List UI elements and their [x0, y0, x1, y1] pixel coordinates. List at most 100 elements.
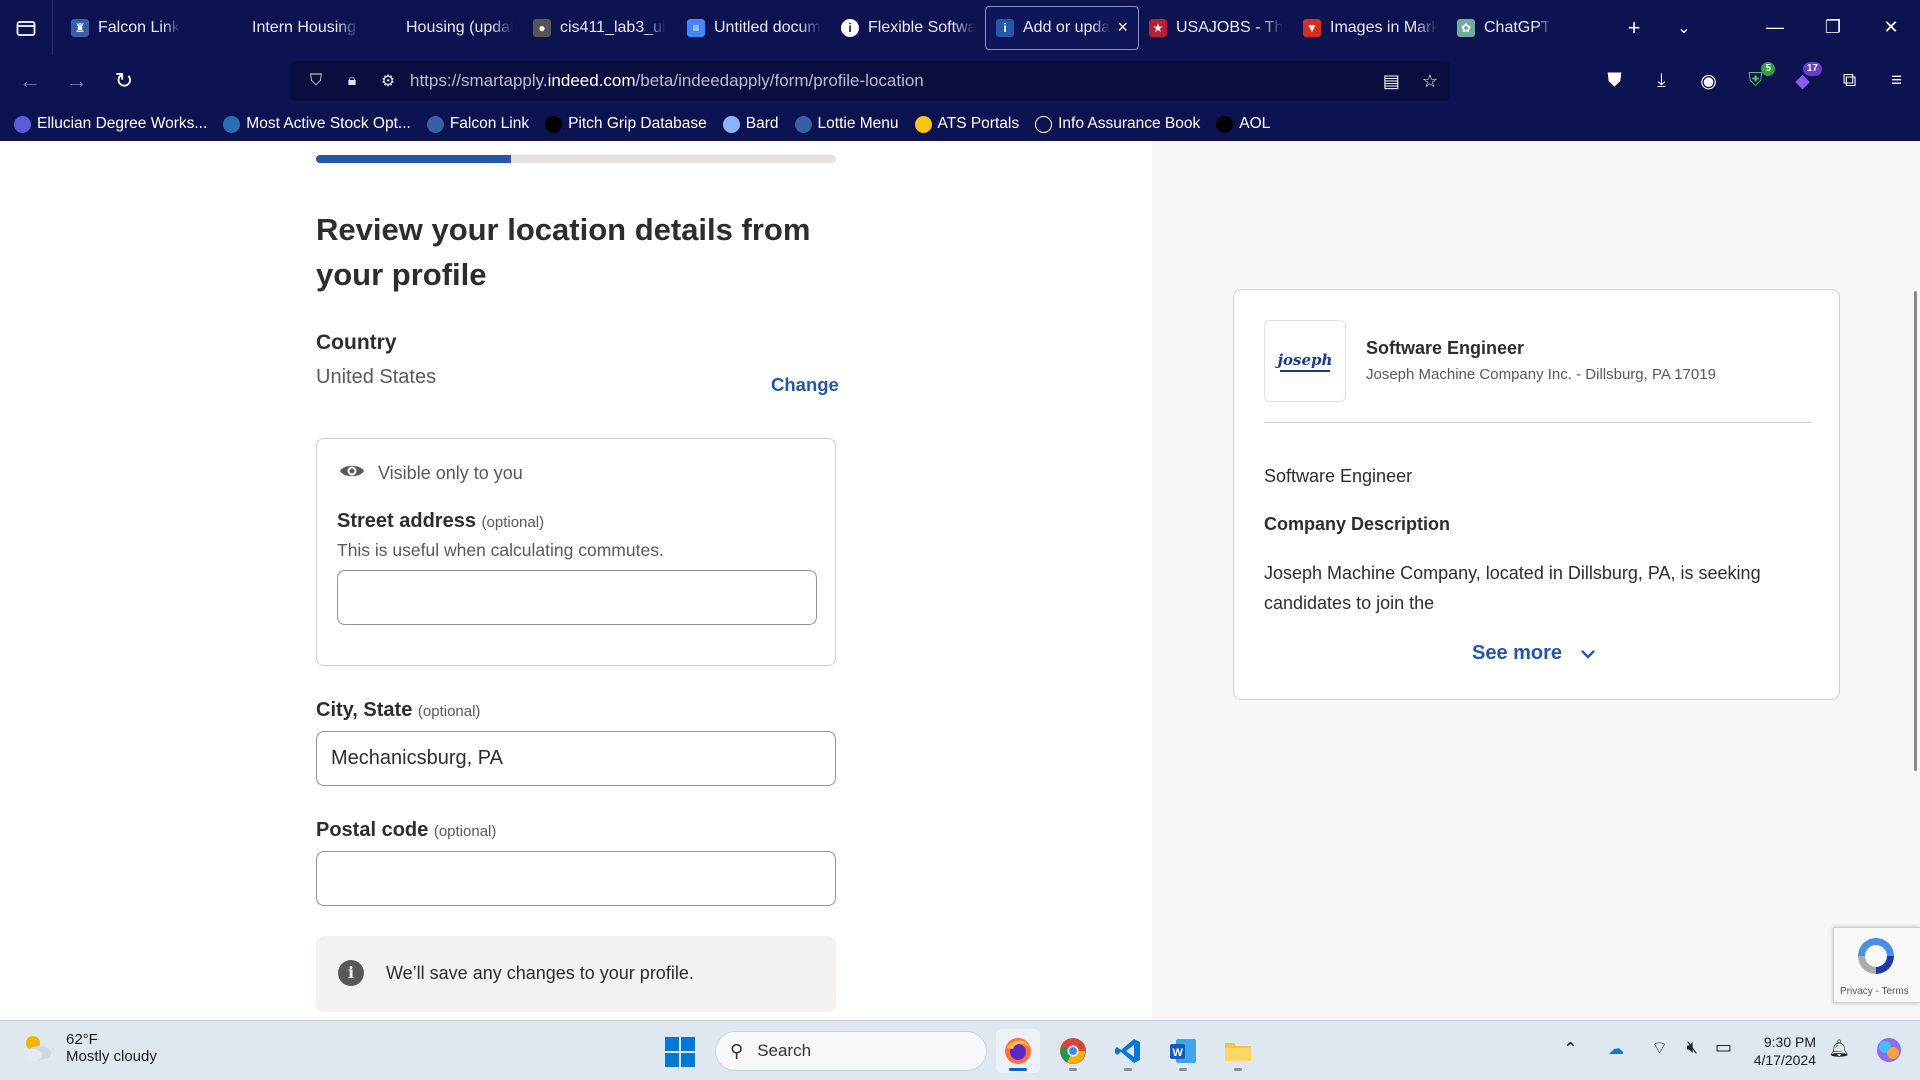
restore-button[interactable]: ❐ — [1804, 0, 1862, 55]
pocket-icon[interactable]: ⛊ — [1591, 70, 1638, 92]
see-more-button[interactable]: See more — [1472, 642, 1596, 665]
save-changes-note: i We’ll save any changes to your profile… — [316, 936, 836, 1012]
bookmark-item[interactable]: Ellucian Degree Works... — [14, 115, 207, 133]
clock[interactable]: 9:30 PM 4/17/2024 — [1754, 1033, 1816, 1069]
bookmark-item[interactable]: Lottie Menu — [794, 115, 899, 133]
job-title: Software Engineer — [1366, 338, 1525, 358]
bookmark-label: Lottie Menu — [817, 115, 899, 132]
street-address-input[interactable] — [337, 570, 817, 625]
account-icon[interactable]: ◉ — [1685, 70, 1732, 93]
url-bar-actions: ▤ ☆ — [1383, 71, 1438, 92]
tab-list-icon — [16, 20, 36, 36]
browser-tab[interactable]: ✿ ChatGPT — [1447, 6, 1601, 50]
browser-tab[interactable]: ♜ Falcon Link — [61, 6, 215, 50]
tab-favicon — [225, 18, 243, 37]
page-scrollbar[interactable] — [1914, 291, 1917, 771]
folder-icon — [1225, 1043, 1251, 1061]
show-hidden-icons-button[interactable]: ⌃ — [1563, 1039, 1578, 1060]
word-app[interactable]: W — [1161, 1029, 1205, 1073]
clock-date: 4/17/2024 — [1753, 1052, 1816, 1068]
bookmark-item[interactable]: AOL — [1216, 115, 1270, 133]
url-bar[interactable]: ⛉ 🔒︎ ⚙ https://smartapply.indeed.com/bet… — [290, 61, 1450, 101]
url-path: /beta/indeedapply/form/profile-location — [635, 71, 924, 90]
list-all-tabs-button[interactable]: ⌄ — [1659, 18, 1709, 38]
taskbar-search[interactable]: ⚲ Search — [715, 1031, 987, 1071]
tab-favicon: ● — [533, 18, 551, 37]
change-country-link[interactable]: Change — [771, 374, 839, 396]
close-window-button[interactable]: ✕ — [1862, 0, 1920, 55]
bookmark-item[interactable]: Falcon Link — [426, 115, 529, 133]
reader-view-icon[interactable]: ▤ — [1383, 71, 1400, 92]
bookmark-item[interactable]: Pitch Grip Database — [545, 115, 707, 133]
country-value: United States — [316, 366, 437, 388]
recaptcha-links[interactable]: Privacy - Terms — [1840, 986, 1909, 997]
tracking-protection-icon[interactable]: ⛉ — [302, 72, 330, 90]
bookmark-item[interactable]: ATS Portals — [914, 115, 1019, 133]
extension-badge: 17 — [1802, 61, 1822, 76]
bookmark-star-icon[interactable]: ☆ — [1422, 71, 1438, 92]
bookmark-item[interactable]: Bard — [722, 115, 779, 133]
extensions-icon[interactable]: ⧉ — [1826, 70, 1873, 92]
wifi-icon[interactable]: ⌔ — [1651, 1037, 1668, 1060]
permissions-icon[interactable]: ⚙ — [374, 71, 402, 91]
company-logo-underline — [1280, 369, 1330, 372]
weather-widget[interactable]: 62°F Mostly cloudy — [20, 1031, 157, 1065]
browser-tab[interactable]: Housing (updated 4 — [369, 6, 523, 50]
forward-button[interactable]: → — [55, 59, 99, 103]
bookmark-label: Bard — [745, 115, 779, 132]
tab-list-button[interactable] — [0, 0, 53, 55]
bookmark-label: Ellucian Degree Works... — [37, 115, 208, 132]
postal-code-input[interactable] — [316, 851, 836, 906]
back-button[interactable]: ← — [8, 59, 52, 103]
firefox-app[interactable] — [996, 1029, 1040, 1073]
optional-tag: (optional) — [417, 703, 481, 720]
browser-tab[interactable]: ▼ Images in Mark — [1293, 6, 1447, 50]
tab-actions: + ⌄ — [1609, 15, 1709, 41]
tab-title: Flexible Softwa — [868, 18, 975, 36]
vscode-app[interactable] — [1106, 1029, 1150, 1073]
volume-muted-icon[interactable]: 🔇︎ — [1687, 1037, 1698, 1058]
bookmark-item[interactable]: Most Active Stock Opt... — [223, 115, 411, 133]
company-description-text: Joseph Machine Company, located in Dills… — [1264, 563, 1761, 613]
downloads-icon[interactable]: ⤓ — [1638, 70, 1685, 92]
browser-tab[interactable]: i Flexible Softwa — [831, 6, 985, 50]
minimize-button[interactable]: — — [1746, 0, 1804, 55]
battery-icon[interactable]: ▭ — [1715, 1037, 1732, 1058]
street-address-label: Street address (optional) — [337, 510, 544, 533]
browser-tab[interactable]: ★ USAJOBS - The — [1139, 6, 1293, 50]
reload-button[interactable]: ↻ — [102, 59, 146, 103]
browser-tab[interactable]: ● cis411_lab3_ui — [523, 6, 677, 50]
city-state-input[interactable] — [316, 731, 836, 786]
lock-icon[interactable]: 🔒︎ — [338, 72, 366, 90]
browser-tab[interactable]: ≡ Untitled docum — [677, 6, 831, 50]
shield-extension-icon[interactable]: ⛨ 5 — [1732, 62, 1779, 92]
browser-tab[interactable]: i Add or upda × — [985, 5, 1139, 50]
menu-icon[interactable]: ≡ — [1873, 70, 1920, 92]
description-title: Software Engineer — [1264, 466, 1413, 486]
copilot-icon[interactable] — [1874, 1035, 1904, 1065]
cloudy-icon — [24, 1036, 51, 1061]
file-explorer-app[interactable] — [1216, 1029, 1260, 1073]
weather-text: 62°F Mostly cloudy — [66, 1031, 157, 1065]
recaptcha-badge[interactable]: Privacy - Terms — [1833, 927, 1920, 1003]
new-tab-button[interactable]: + — [1609, 15, 1659, 41]
tab-title: Falcon Link — [98, 18, 180, 36]
bookmark-item[interactable]: Info Assurance Book — [1035, 115, 1200, 133]
shield-badge: 5 — [1761, 62, 1775, 76]
chrome-app[interactable] — [1051, 1029, 1095, 1073]
running-indicator — [1069, 1068, 1077, 1071]
optional-tag: (optional) — [481, 514, 545, 531]
sparkle-icon — [722, 115, 740, 133]
running-indicator — [1124, 1068, 1132, 1071]
onedrive-icon[interactable]: ☁ — [1608, 1039, 1624, 1059]
progress-bar — [316, 155, 836, 163]
notifications-icon[interactable]: 🔔︎ — [1828, 1039, 1850, 1059]
close-tab-icon[interactable]: × — [1117, 17, 1128, 38]
stock-icon — [223, 115, 241, 133]
private-address-section: Visible only to you Street address (opti… — [316, 438, 836, 666]
visible-only-text: Visible only to you — [378, 463, 523, 483]
start-button[interactable] — [664, 1036, 696, 1068]
extension-counter-icon[interactable]: ◆ 17 — [1779, 61, 1826, 93]
aol-icon — [1216, 115, 1234, 133]
browser-tab[interactable]: Intern Housing Opp — [215, 6, 369, 50]
